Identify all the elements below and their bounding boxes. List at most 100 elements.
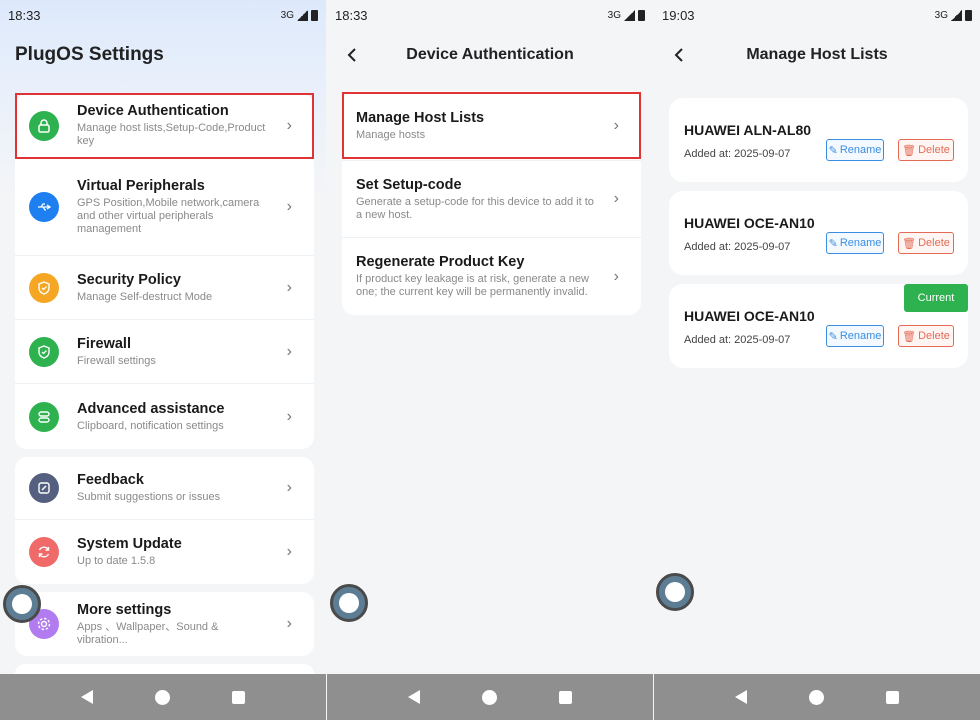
back-arrow-icon[interactable]: [668, 44, 690, 66]
option-regenerate-product-key[interactable]: Regenerate Product Key If product key le…: [342, 238, 641, 315]
settings-item-security-policy[interactable]: Security Policy Manage Self-destruct Mod…: [15, 256, 314, 320]
signal-icon: [951, 9, 962, 21]
chevron-right-icon: ›: [286, 615, 292, 632]
item-subtitle: Submit suggestions or issues: [77, 491, 221, 503]
chevron-right-icon: ›: [613, 116, 619, 134]
network-type: 3G: [607, 9, 621, 21]
status-bar: 19:03 3G: [654, 0, 980, 30]
rename-button[interactable]: ✎ Rename: [826, 232, 884, 254]
shield-check-icon: [29, 336, 59, 367]
settings-group-more: More settings Apps 、Wallpaper、Sound & vi…: [15, 592, 314, 656]
device-authentication-screen: 18:33 3G Device Authentication Manage Ho…: [327, 0, 653, 720]
page-title: PlugOS Settings: [15, 44, 164, 65]
host-card: HUAWEI ALN-AL80 Added at: 2025-09-07 ✎ Re…: [669, 98, 968, 182]
option-title: Set Setup-code: [356, 176, 462, 193]
nav-back-button[interactable]: [408, 690, 420, 704]
status-icons: 3G: [280, 9, 318, 21]
settings-item-feedback[interactable]: Feedback Submit suggestions or issues ›: [15, 457, 314, 520]
system-nav-bar: [654, 674, 980, 720]
host-added-date: Added at: 2025-09-07: [684, 334, 791, 346]
settings-item-system-update[interactable]: System Update Up to date 1.5.8 ›: [15, 520, 314, 584]
status-icons: 3G: [935, 9, 972, 21]
item-subtitle: GPS Position,Mobile network,camera and o…: [77, 196, 260, 235]
host-name: HUAWEI ALN-AL80: [684, 122, 812, 138]
back-arrow-icon[interactable]: [341, 44, 363, 66]
page-title: Device Authentication: [406, 46, 574, 63]
delete-label: Delete: [918, 144, 950, 156]
delete-button[interactable]: 🗑 Delete: [898, 325, 954, 347]
manage-host-lists-screen: 19:03 3G Manage Host Lists HUAWEI ALN-AL…: [654, 0, 980, 720]
host-added-date: Added at: 2025-09-07: [684, 148, 791, 160]
settings-group-support: Feedback Submit suggestions or issues › …: [15, 457, 314, 584]
nav-home-button[interactable]: [809, 689, 824, 705]
settings-item-device-authentication[interactable]: Device Authentication Manage host lists,…: [15, 94, 314, 158]
settings-item-firewall[interactable]: Firewall Firewall settings ›: [15, 320, 314, 384]
edit-icon: ✎: [828, 330, 838, 343]
item-title: More settings: [77, 601, 172, 618]
delete-button[interactable]: 🗑 Delete: [898, 232, 954, 254]
nav-home-button[interactable]: [155, 689, 170, 705]
rename-label: Rename: [839, 330, 882, 342]
host-added-date: Added at: 2025-09-07: [684, 241, 791, 253]
network-type: 3G: [280, 9, 294, 21]
option-manage-host-lists[interactable]: Manage Host Lists Manage hosts ›: [342, 91, 641, 161]
status-icons: 3G: [607, 9, 645, 21]
rename-button[interactable]: ✎ Rename: [826, 325, 884, 347]
host-card: HUAWEI OCE-AN10 Added at: 2025-09-07 ✎ Re…: [669, 191, 968, 275]
usb-icon: [29, 191, 59, 222]
top-bar: Manage Host Lists: [654, 36, 980, 74]
top-bar: Device Authentication: [327, 36, 653, 74]
settings-item-advanced-assistance[interactable]: Advanced assistance Clipboard, notificat…: [15, 384, 314, 449]
item-subtitle: Clipboard, notification settings: [77, 419, 224, 432]
nav-recents-button[interactable]: [232, 690, 245, 704]
item-title: Device Authentication: [77, 103, 229, 119]
chevron-right-icon: ›: [286, 197, 292, 215]
nav-home-button[interactable]: [482, 689, 497, 705]
settings-group-main: Device Authentication Manage host lists,…: [15, 94, 314, 449]
item-title: Advanced assistance: [77, 400, 225, 417]
current-badge: Current: [904, 284, 968, 312]
option-set-setup-code[interactable]: Set Setup-code Generate a setup-code for…: [342, 161, 641, 238]
signal-icon: [624, 9, 635, 21]
status-time: 18:33: [8, 7, 41, 23]
delete-button[interactable]: 🗑 Delete: [898, 139, 954, 161]
item-subtitle: Firewall settings: [77, 354, 156, 367]
item-title: Firewall: [77, 335, 131, 352]
page-title: Manage Host Lists: [746, 46, 888, 63]
touch-indicator: [656, 573, 694, 611]
item-subtitle: Up to date 1.5.8: [77, 555, 156, 567]
settings-item-virtual-peripherals[interactable]: Virtual Peripherals GPS Position,Mobile …: [15, 158, 314, 256]
shield-icon: [29, 272, 59, 303]
nav-recents-button[interactable]: [559, 690, 572, 704]
nav-back-button[interactable]: [81, 690, 93, 704]
settings-item-more-settings[interactable]: More settings Apps 、Wallpaper、Sound & vi…: [15, 592, 314, 656]
battery-icon: [311, 9, 318, 21]
edit-icon: ✎: [828, 144, 838, 157]
rename-button[interactable]: ✎ Rename: [826, 139, 884, 161]
option-subtitle: Manage hosts: [356, 128, 426, 141]
nav-back-button[interactable]: [735, 690, 747, 704]
refresh-icon: [29, 537, 59, 567]
option-subtitle: Generate a setup-code for this device to…: [356, 195, 594, 221]
trash-icon: 🗑: [902, 144, 917, 157]
option-subtitle: If product key leakage is at risk, gener…: [356, 273, 589, 298]
signal-icon: [297, 9, 308, 21]
chevron-right-icon: ›: [286, 479, 292, 496]
chevron-right-icon: ›: [613, 267, 619, 285]
feedback-icon: [29, 473, 59, 503]
host-name: HUAWEI OCE-AN10: [684, 215, 815, 231]
settings-screen: 18:33 3G PlugOS Settings Device Authenti…: [0, 0, 326, 720]
delete-label: Delete: [918, 237, 950, 249]
nav-recents-button[interactable]: [886, 690, 899, 704]
item-title: System Update: [77, 536, 182, 552]
rename-label: Rename: [839, 237, 882, 249]
battery-icon: [965, 9, 972, 21]
delete-label: Delete: [918, 330, 950, 342]
option-title: Regenerate Product Key: [356, 254, 525, 270]
chevron-right-icon: ›: [613, 190, 619, 207]
item-subtitle: Manage host lists,Setup-Code,Product key: [77, 122, 266, 147]
status-bar: 18:33 3G: [327, 0, 653, 30]
trash-icon: 🗑: [902, 330, 917, 343]
chevron-right-icon: ›: [286, 543, 292, 560]
chevron-right-icon: ›: [286, 342, 292, 360]
